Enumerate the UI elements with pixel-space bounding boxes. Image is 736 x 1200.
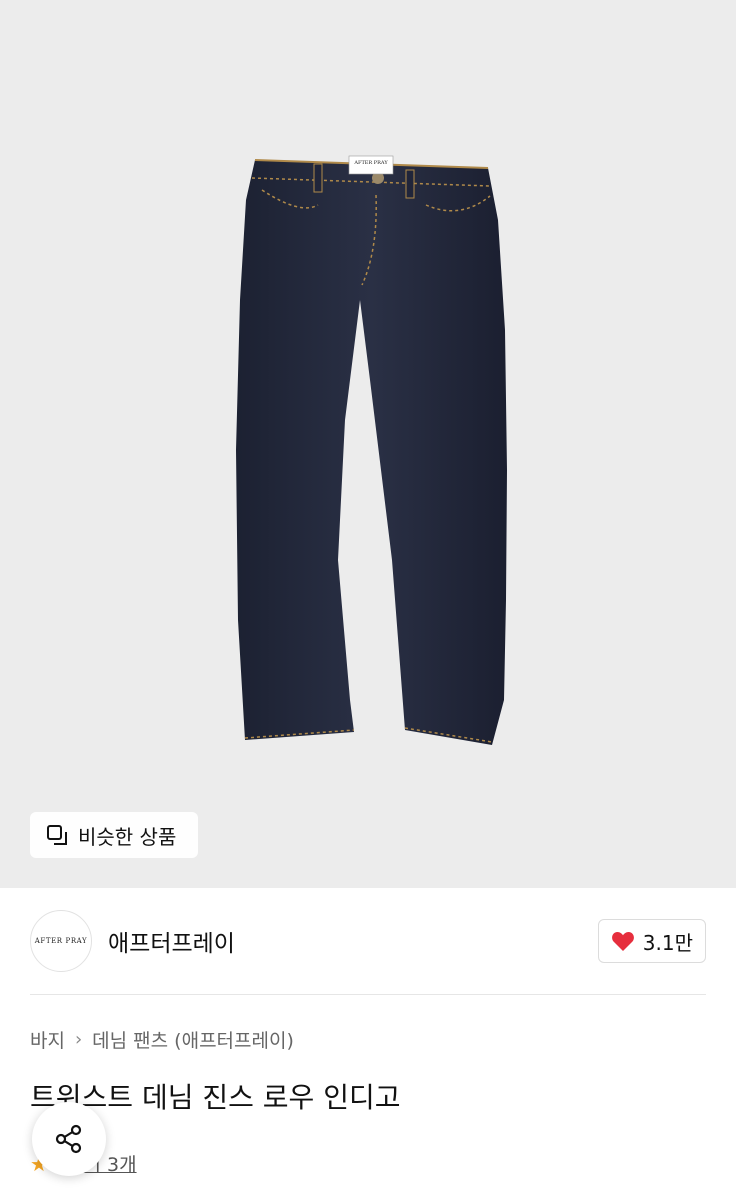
chevron-right-icon: › bbox=[74, 1029, 83, 1050]
product-image bbox=[236, 155, 507, 745]
breadcrumb-category[interactable]: 바지 bbox=[30, 1026, 65, 1053]
product-hero[interactable]: AFTER PRAY 비슷한 상품 bbox=[0, 0, 736, 888]
similar-products-button[interactable]: 비슷한 상품 bbox=[30, 812, 198, 858]
brand-logo-text: AFTER PRAY bbox=[34, 937, 88, 945]
breadcrumb: 바지 › 데님 팬츠 (애프터프레이) bbox=[30, 1026, 294, 1053]
similar-products-icon bbox=[47, 825, 67, 845]
product-label-text: AFTER PRAY bbox=[354, 160, 388, 166]
share-button[interactable] bbox=[32, 1102, 106, 1176]
heart-icon bbox=[611, 932, 634, 951]
similar-products-label: 비슷한 상품 bbox=[78, 824, 177, 849]
brand-row: AFTER PRAY 애프터프레이 3.1만 bbox=[30, 910, 706, 972]
like-count: 3.1만 bbox=[642, 930, 693, 955]
brand-logo[interactable]: AFTER PRAY bbox=[30, 910, 92, 972]
brand-name[interactable]: 애프터프레이 bbox=[108, 924, 235, 958]
share-icon bbox=[55, 1124, 82, 1154]
divider bbox=[30, 994, 706, 995]
breadcrumb-subcategory[interactable]: 데님 팬츠 (애프터프레이) bbox=[92, 1026, 294, 1053]
like-button[interactable]: 3.1만 bbox=[597, 919, 706, 963]
